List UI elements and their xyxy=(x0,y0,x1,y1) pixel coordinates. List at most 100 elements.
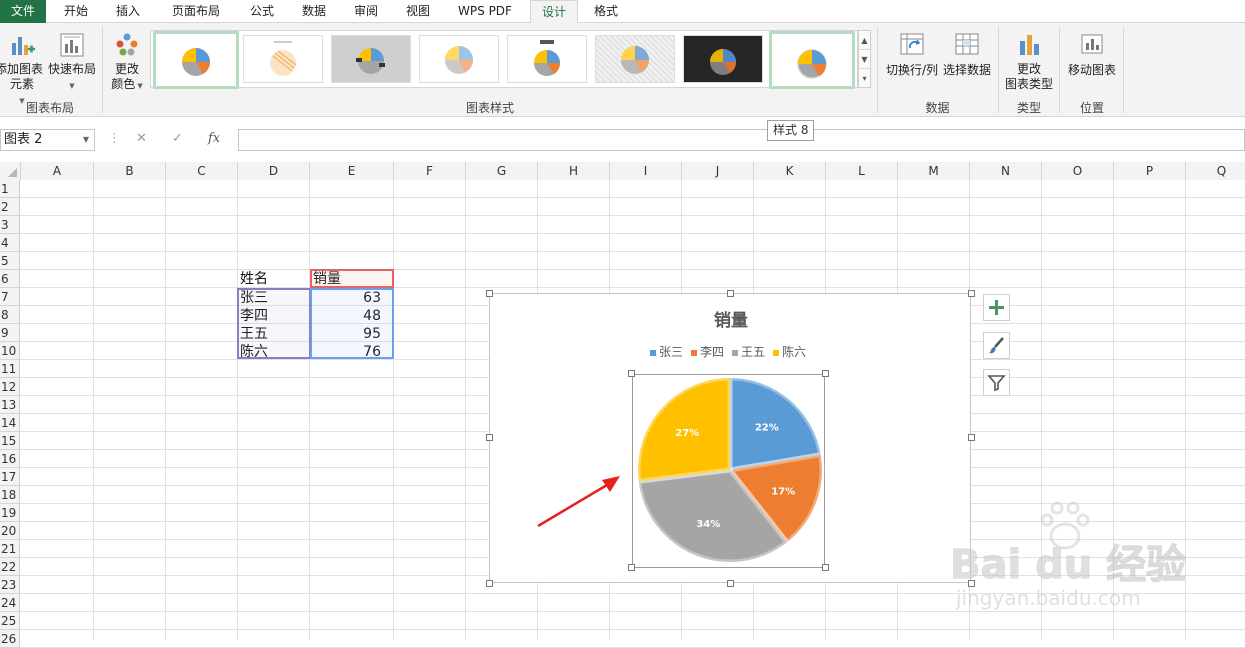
chart-resize-handle[interactable] xyxy=(486,580,493,587)
chart-resize-handle[interactable] xyxy=(486,290,493,297)
column-header-e[interactable]: E xyxy=(310,162,394,180)
row-header-6[interactable]: 6 xyxy=(0,270,20,288)
column-header-k[interactable]: K xyxy=(754,162,826,180)
row-header-8[interactable]: 8 xyxy=(0,306,20,324)
column-header-b[interactable]: B xyxy=(94,162,166,180)
column-header-h[interactable]: H xyxy=(538,162,610,180)
move-chart-button[interactable]: 移动图表 xyxy=(1063,31,1121,78)
tab-format[interactable]: 格式 xyxy=(582,0,630,23)
data-label-4[interactable]: 27% xyxy=(675,428,699,439)
chart-style-4-thumbnail[interactable] xyxy=(419,35,499,83)
chart-resize-handle[interactable] xyxy=(727,290,734,297)
plot-area-handle[interactable] xyxy=(628,370,635,377)
row-header-11[interactable]: 11 xyxy=(0,360,20,378)
chart-style-2-thumbnail[interactable] xyxy=(243,35,323,83)
row-header-9[interactable]: 9 xyxy=(0,324,20,342)
data-label-1[interactable]: 22% xyxy=(755,422,779,433)
cell-d6-header[interactable]: 姓名 xyxy=(240,270,310,288)
tab-wps-pdf[interactable]: WPS PDF xyxy=(450,0,520,23)
add-chart-element-button[interactable]: 添加图表 元素 ▼ xyxy=(0,31,44,109)
chart-resize-handle[interactable] xyxy=(968,290,975,297)
row-header-14[interactable]: 14 xyxy=(0,414,20,432)
switch-row-column-button[interactable]: 切换行/列 xyxy=(883,31,941,78)
gallery-scroll-up-button[interactable]: ▲ xyxy=(859,31,870,50)
cancel-icon[interactable]: ✕ xyxy=(136,131,147,146)
column-header-n[interactable]: N xyxy=(970,162,1042,180)
tab-view[interactable]: 视图 xyxy=(394,0,442,23)
name-box-dropdown-icon[interactable]: ▼ xyxy=(83,130,89,150)
row-header-7[interactable]: 7 xyxy=(0,288,20,306)
chart-style-6-thumbnail[interactable] xyxy=(595,35,675,83)
column-header-m[interactable]: M xyxy=(898,162,970,180)
chart-filters-button[interactable] xyxy=(983,369,1010,396)
tab-home[interactable]: 开始 xyxy=(52,0,100,23)
quick-layout-button[interactable]: 快速布局 ▼ xyxy=(46,31,98,94)
chart-elements-button[interactable] xyxy=(983,294,1010,321)
column-header-f[interactable]: F xyxy=(394,162,466,180)
chart-style-1-thumbnail[interactable] xyxy=(153,31,239,89)
tab-page-layout[interactable]: 页面布局 xyxy=(160,0,232,23)
row-header-22[interactable]: 22 xyxy=(0,558,20,576)
data-label-2[interactable]: 17% xyxy=(771,487,795,498)
tab-formulas[interactable]: 公式 xyxy=(238,0,286,23)
chart-resize-handle[interactable] xyxy=(486,434,493,441)
gallery-scroll-down-button[interactable]: ▼ xyxy=(859,50,870,69)
plot-area-handle[interactable] xyxy=(822,370,829,377)
name-box[interactable]: 图表 2 ▼ xyxy=(0,129,95,151)
column-header-c[interactable]: C xyxy=(166,162,238,180)
chart-resize-handle[interactable] xyxy=(968,434,975,441)
row-header-1[interactable]: 1 xyxy=(0,180,20,198)
insert-function-icon[interactable]: fx xyxy=(208,131,220,146)
change-chart-type-button[interactable]: 更改 图表类型 xyxy=(1002,31,1056,92)
row-header-26[interactable]: 26 xyxy=(0,630,20,648)
column-header-l[interactable]: L xyxy=(826,162,898,180)
row-header-18[interactable]: 18 xyxy=(0,486,20,504)
plot-area-handle[interactable] xyxy=(628,564,635,571)
tab-insert[interactable]: 插入 xyxy=(104,0,152,23)
column-header-p[interactable]: P xyxy=(1114,162,1186,180)
row-header-17[interactable]: 17 xyxy=(0,468,20,486)
chart-style-7-thumbnail[interactable] xyxy=(683,35,763,83)
change-colors-button[interactable]: 更改 颜色 ▼ xyxy=(106,31,148,94)
tab-file[interactable]: 文件 xyxy=(0,0,46,23)
column-header-d[interactable]: D xyxy=(238,162,310,180)
tab-data[interactable]: 数据 xyxy=(290,0,338,23)
row-header-25[interactable]: 25 xyxy=(0,612,20,630)
chart-styles-button[interactable] xyxy=(983,332,1010,359)
tab-review[interactable]: 审阅 xyxy=(342,0,390,23)
plot-area-handle[interactable] xyxy=(822,564,829,571)
chart-resize-handle[interactable] xyxy=(727,580,734,587)
row-header-15[interactable]: 15 xyxy=(0,432,20,450)
change-colors-label-2: 颜色 xyxy=(111,77,136,91)
tab-design[interactable]: 设计 xyxy=(530,0,578,24)
row-header-16[interactable]: 16 xyxy=(0,450,20,468)
chart-style-5-thumbnail[interactable] xyxy=(507,35,587,83)
column-header-j[interactable]: J xyxy=(682,162,754,180)
row-header-10[interactable]: 10 xyxy=(0,342,20,360)
row-header-23[interactable]: 23 xyxy=(0,576,20,594)
row-header-20[interactable]: 20 xyxy=(0,522,20,540)
row-header-21[interactable]: 21 xyxy=(0,540,20,558)
row-header-5[interactable]: 5 xyxy=(0,252,20,270)
column-header-o[interactable]: O xyxy=(1042,162,1114,180)
row-header-13[interactable]: 13 xyxy=(0,396,20,414)
row-header-4[interactable]: 4 xyxy=(0,234,20,252)
row-header-19[interactable]: 19 xyxy=(0,504,20,522)
pie-chart[interactable]: 销量 张三 李四 王五 陈六 22% 17% 34% 27% xyxy=(489,293,971,583)
chart-style-3-thumbnail[interactable] xyxy=(331,35,411,83)
row-header-3[interactable]: 3 xyxy=(0,216,20,234)
data-label-3[interactable]: 34% xyxy=(696,519,720,530)
column-header-i[interactable]: I xyxy=(610,162,682,180)
row-header-2[interactable]: 2 xyxy=(0,198,20,216)
select-all-corner[interactable] xyxy=(0,162,21,180)
select-data-button[interactable]: 选择数据 xyxy=(941,31,993,78)
column-header-a[interactable]: A xyxy=(21,162,94,180)
row-header-24[interactable]: 24 xyxy=(0,594,20,612)
column-header-q[interactable]: Q xyxy=(1186,162,1245,180)
formula-input[interactable] xyxy=(238,129,1245,151)
confirm-icon[interactable]: ✓ xyxy=(172,131,183,146)
column-header-g[interactable]: G xyxy=(466,162,538,180)
chart-style-8-thumbnail[interactable] xyxy=(769,31,855,89)
gallery-more-button[interactable]: ▾ xyxy=(859,69,870,88)
row-header-12[interactable]: 12 xyxy=(0,378,20,396)
